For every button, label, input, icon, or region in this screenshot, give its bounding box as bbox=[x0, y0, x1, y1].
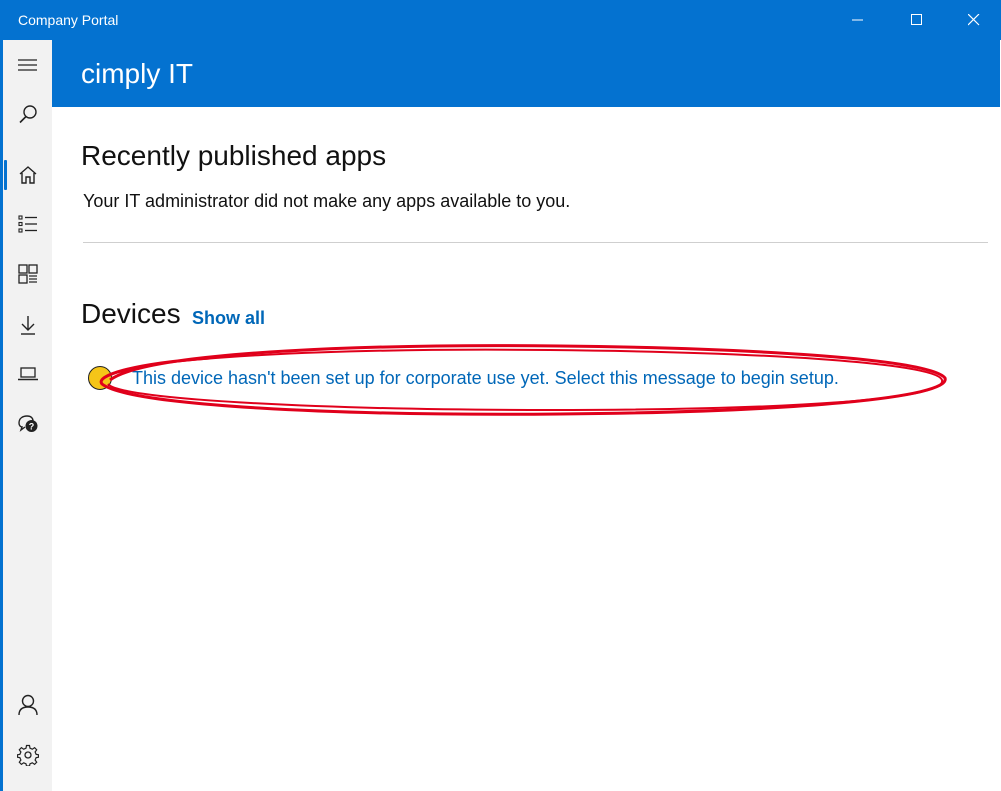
section-divider bbox=[83, 242, 988, 243]
nav-help[interactable]: ? bbox=[3, 402, 52, 446]
device-setup-link[interactable]: This device hasn't been set up for corpo… bbox=[132, 368, 839, 389]
nav-downloads[interactable] bbox=[3, 303, 52, 347]
nav-search[interactable] bbox=[3, 92, 52, 136]
nav-settings[interactable] bbox=[3, 733, 52, 777]
search-icon bbox=[18, 105, 37, 124]
nav-menu-button[interactable] bbox=[3, 44, 52, 88]
nav-apps[interactable] bbox=[3, 202, 52, 246]
maximize-icon bbox=[910, 14, 922, 25]
home-icon bbox=[19, 166, 36, 184]
devices-heading: Devices bbox=[81, 298, 181, 329]
close-button[interactable] bbox=[945, 0, 1001, 40]
nav-home[interactable] bbox=[3, 153, 52, 197]
recent-apps-message: Your IT administrator did not make any a… bbox=[83, 191, 571, 211]
help-chat-icon: ? bbox=[17, 415, 37, 432]
svg-text:?: ? bbox=[28, 422, 34, 432]
category-icon bbox=[17, 264, 38, 284]
organization-name: cimply IT bbox=[81, 58, 193, 89]
maximize-button[interactable] bbox=[888, 0, 945, 40]
nav-active-indicator bbox=[4, 160, 7, 190]
gear-icon bbox=[16, 744, 39, 766]
close-icon bbox=[967, 14, 979, 26]
nav-devices[interactable] bbox=[3, 352, 52, 396]
title-bar: Company Portal bbox=[0, 0, 1001, 40]
nav-account[interactable] bbox=[3, 683, 52, 727]
warning-icon bbox=[88, 366, 112, 390]
download-icon bbox=[20, 316, 35, 335]
nav-rail: ? bbox=[3, 40, 52, 791]
minimize-icon bbox=[851, 19, 863, 21]
recent-apps-heading: Recently published apps bbox=[81, 140, 387, 171]
window-title: Company Portal bbox=[18, 12, 119, 28]
minimize-button[interactable] bbox=[829, 0, 886, 40]
person-icon bbox=[17, 694, 38, 716]
list-icon bbox=[17, 215, 37, 233]
nav-categories[interactable] bbox=[3, 252, 52, 296]
show-all-link[interactable]: Show all bbox=[192, 308, 265, 329]
hamburger-icon bbox=[17, 59, 37, 71]
header-band: cimply IT bbox=[52, 40, 1000, 107]
laptop-icon bbox=[17, 367, 38, 381]
